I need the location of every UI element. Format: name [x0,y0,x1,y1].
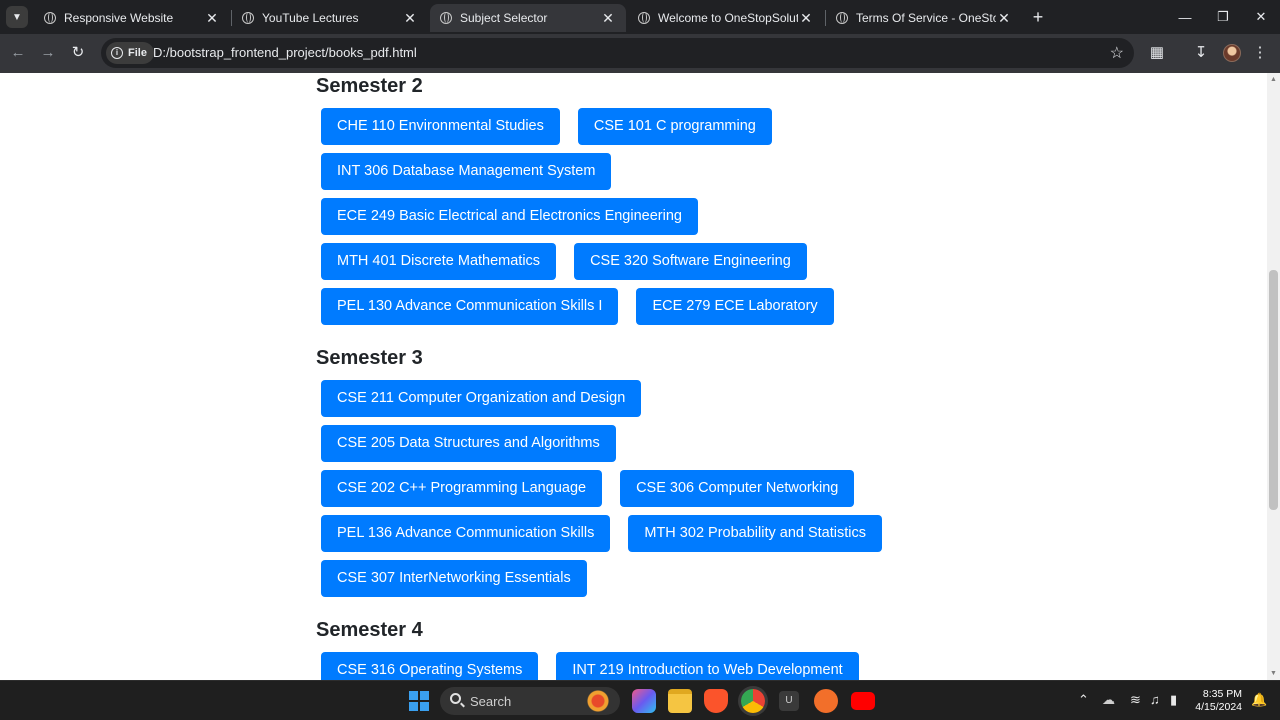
close-window-icon[interactable]: ✕ [1242,0,1280,34]
tab-title: Terms Of Service - OneStopSolu [856,11,996,25]
clock-time: 8:35 PM [1202,688,1242,700]
semester-heading: Semester 3 [316,347,423,369]
app-u-icon[interactable]: U [779,691,799,711]
site-info-chip[interactable]: i File [106,42,154,64]
bookmark-star-icon[interactable]: ☆ [1110,43,1124,63]
vertical-scrollbar[interactable]: ▲ ▼ [1267,73,1280,680]
globe-icon [638,12,650,24]
subject-buttons: CSE 211 Computer Organization and Design… [315,380,915,605]
tab-subject-selector[interactable]: Subject Selector ✕ [430,4,626,32]
tab-title: Subject Selector [460,11,548,25]
browser-toolbar: ← → ↻ i File D:/bootstrap_frontend_proje… [0,34,1280,73]
info-icon: i [111,47,123,59]
subject-button[interactable]: CSE 211 Computer Organization and Design [321,380,642,417]
scroll-up-arrow-icon[interactable]: ▲ [1267,73,1280,86]
subject-button[interactable]: CSE 202 C++ Programming Language [321,470,603,507]
orange-app-icon[interactable] [814,689,838,713]
semester-section: Semester 2 CHE 110 Environmental Studies… [316,73,956,333]
subject-button[interactable]: MTH 401 Discrete Mathematics [321,243,557,280]
battery-icon[interactable]: ▮ [1170,692,1177,708]
close-icon[interactable]: ✕ [798,10,814,27]
close-icon[interactable]: ✕ [204,10,220,27]
kebab-menu-icon[interactable]: ⋮ [1250,43,1270,63]
subject-button[interactable]: MTH 302 Probability and Statistics [628,515,882,552]
tab-title: Welcome to OneStopSolutions [658,11,798,25]
system-clock[interactable]: 8:35 PM 4/15/2024 [1190,688,1242,714]
tab-title: Responsive Website [64,11,174,25]
subject-button[interactable]: ECE 249 Basic Electrical and Electronics… [321,198,698,235]
forward-arrow-icon[interactable]: → [38,43,58,63]
restore-icon[interactable]: ❐ [1204,0,1242,34]
copilot-icon[interactable] [632,689,656,713]
chrome-icon[interactable] [741,689,765,713]
close-icon[interactable]: ✕ [996,10,1012,27]
windows-start-icon[interactable] [409,691,429,711]
windows-taskbar: Search U ⌃ ☁ ≋ ♫ ▮ 8:35 PM 4/15/2024 🔔 [0,680,1280,720]
file-explorer-icon[interactable] [668,689,692,713]
subject-button[interactable]: CHE 110 Environmental Studies [321,108,560,145]
tab-responsive-website[interactable]: Responsive Website ✕ [34,4,230,32]
globe-icon [836,12,848,24]
semester-heading: Semester 4 [316,619,423,641]
brave-browser-icon[interactable] [704,689,728,713]
tab-terms-of-service[interactable]: Terms Of Service - OneStopSolu ✕ [826,4,1022,32]
subject-button[interactable]: PEL 130 Advance Communication Skills I [321,288,619,325]
cloud-offline-icon[interactable]: ☁ [1102,692,1115,708]
semester-section: Semester 3 CSE 211 Computer Organization… [316,344,956,605]
chevron-up-icon[interactable]: ⌃ [1078,692,1089,708]
search-icon [450,693,461,704]
close-icon[interactable]: ✕ [402,10,418,27]
tab-welcome-onestopsolutions[interactable]: Welcome to OneStopSolutions ✕ [628,4,824,32]
widget-icon[interactable] [586,689,610,713]
subject-button[interactable]: CSE 307 InterNetworking Essentials [321,560,587,597]
extensions-puzzle-icon[interactable]: ▦ [1147,43,1167,63]
close-icon[interactable]: ✕ [600,10,616,27]
reload-icon[interactable]: ↻ [68,43,88,63]
globe-icon [242,12,254,24]
minimize-icon[interactable]: — [1166,0,1204,34]
scrollbar-thumb[interactable] [1269,270,1278,510]
subject-list: Semester 2 CHE 110 Environmental Studies… [316,73,956,680]
download-icon[interactable]: ↧ [1191,43,1211,63]
tab-search-chevron-icon[interactable]: ▼ [6,6,28,28]
taskbar-search-label: Search [470,694,512,709]
subject-button[interactable]: INT 306 Database Management System [321,153,612,190]
file-chip-label: File [128,47,147,59]
browser-tab-strip: ▼ Responsive Website ✕ YouTube Lectures … [0,0,1280,34]
subject-button[interactable]: CSE 205 Data Structures and Algorithms [321,425,616,462]
subject-button[interactable]: PEL 136 Advance Communication Skills [321,515,611,552]
youtube-icon[interactable] [851,692,875,710]
subject-button[interactable]: CSE 316 Operating Systems [321,652,539,680]
new-tab-button[interactable]: + [1028,7,1048,27]
profile-avatar[interactable] [1223,44,1241,62]
clock-date: 4/15/2024 [1195,701,1242,713]
url-text[interactable]: D:/bootstrap_frontend_project/books_pdf.… [153,45,417,60]
tab-youtube-lectures[interactable]: YouTube Lectures ✕ [232,4,428,32]
semester-section: Semester 4 CSE 316 Operating Systems INT… [316,616,956,680]
wifi-icon[interactable]: ≋ [1130,692,1141,708]
globe-icon [440,12,452,24]
page-viewport: Semester 2 CHE 110 Environmental Studies… [0,73,1267,680]
subject-button[interactable]: CSE 101 C programming [577,108,772,145]
globe-icon [44,12,56,24]
subject-buttons: CHE 110 Environmental Studies CSE 101 C … [315,108,915,333]
subject-buttons: CSE 316 Operating Systems INT 219 Introd… [315,652,915,680]
scroll-down-arrow-icon[interactable]: ▼ [1267,667,1280,680]
subject-button[interactable]: INT 219 Introduction to Web Development [556,652,859,680]
back-arrow-icon[interactable]: ← [8,43,28,63]
tab-title: YouTube Lectures [262,11,359,25]
notification-bell-icon[interactable]: 🔔 [1251,692,1267,708]
volume-icon[interactable]: ♫ [1150,692,1160,707]
semester-heading: Semester 2 [316,75,423,97]
address-bar[interactable]: i File D:/bootstrap_frontend_project/boo… [101,38,1134,68]
subject-button[interactable]: CSE 320 Software Engineering [574,243,807,280]
subject-button[interactable]: ECE 279 ECE Laboratory [636,288,834,325]
subject-button[interactable]: CSE 306 Computer Networking [620,470,855,507]
